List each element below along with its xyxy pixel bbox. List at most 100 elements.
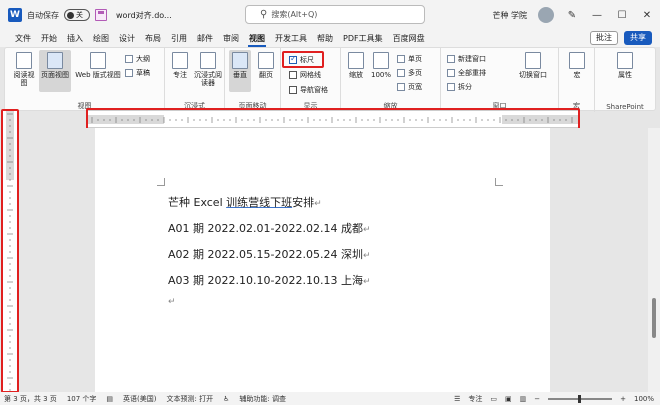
vertical-scrollbar[interactable] — [648, 128, 660, 392]
outline-icon — [125, 55, 133, 63]
print-layout-label: 页面视图 — [41, 71, 69, 79]
comment-button[interactable]: 批注 — [590, 31, 618, 45]
focus-button[interactable]: 专注 — [169, 52, 191, 79]
multiple-pages-button[interactable]: 多页 — [397, 68, 422, 78]
scrollbar-thumb[interactable] — [652, 298, 656, 338]
paragraph-mark: ↵ — [362, 251, 371, 261]
zoom-button[interactable]: 缩放 — [345, 52, 367, 79]
title-text-underlined: 训练营线下班 — [226, 196, 293, 209]
properties-button[interactable]: 属性 — [613, 52, 637, 79]
gridlines-checkbox[interactable]: 网格线 — [289, 70, 321, 80]
close-icon[interactable]: ✕ — [640, 10, 654, 21]
tab-references[interactable]: 引用 — [166, 30, 192, 47]
page-width-button[interactable]: 页宽 — [397, 82, 422, 92]
focus-mode-label[interactable]: 专注 — [468, 394, 482, 404]
read-mode-status-icon[interactable]: ▭ — [490, 395, 497, 403]
tab-review[interactable]: 审阅 — [218, 30, 244, 47]
accessibility-status[interactable]: 辅助功能: 调查 — [239, 394, 286, 404]
macros-button[interactable]: 宏 — [565, 52, 589, 79]
tab-insert[interactable]: 插入 — [62, 30, 88, 47]
toggle-knob — [67, 11, 74, 19]
new-window-button[interactable]: 新建窗口 — [447, 54, 486, 64]
focus-mode-icon[interactable]: ☰ — [454, 395, 460, 403]
outline-label: 大纲 — [136, 55, 150, 63]
immersive-reader-button[interactable]: 沉浸式阅读器 — [193, 52, 223, 87]
arrange-all-icon — [447, 69, 455, 77]
zoom-group: 缩放 100% 单页 多页 页宽 缩放 — [341, 48, 441, 112]
document-line-a02[interactable]: A02 期 2022.05.15-2022.05.24 深圳↵ — [168, 246, 371, 262]
line-text: A03 期 2022.10.10-2022.10.13 上海 — [168, 274, 363, 287]
web-layout-label: Web 版式视图 — [75, 71, 121, 79]
print-layout-status-icon[interactable]: ▣ — [505, 395, 512, 403]
print-layout-button[interactable]: 页面视图 — [39, 50, 71, 92]
word-count[interactable]: 107 个字 — [67, 394, 97, 404]
vertical-button[interactable]: 垂直 — [229, 50, 251, 92]
immersive-reader-label: 沉浸式阅读器 — [194, 71, 222, 87]
focus-icon — [172, 52, 188, 69]
tab-file[interactable]: 文件 — [10, 30, 36, 47]
maximize-icon[interactable]: ☐ — [615, 10, 629, 21]
arrange-all-label: 全部重排 — [458, 69, 486, 77]
proofing-icon[interactable]: ▤ — [106, 395, 113, 403]
switch-windows-button[interactable]: 切换窗口 — [515, 52, 551, 79]
side-to-side-button[interactable]: 翻页 — [255, 52, 277, 79]
document-title[interactable]: word对齐.do... — [116, 10, 172, 21]
zoom-percent[interactable]: 100% — [634, 395, 654, 403]
document-line-a01[interactable]: A01 期 2022.02.01-2022.02.14 成都↵ — [168, 220, 371, 236]
document-page[interactable]: 芒种 Excel 训练营线下班安排↵ A01 期 2022.02.01-2022… — [95, 128, 550, 392]
read-mode-label: 阅读视图 — [13, 71, 35, 87]
tab-mailings[interactable]: 邮件 — [192, 30, 218, 47]
macros-label: 宏 — [573, 71, 581, 79]
arrange-all-button[interactable]: 全部重排 — [447, 68, 486, 78]
properties-label: 属性 — [618, 71, 632, 79]
tab-draw[interactable]: 绘图 — [88, 30, 114, 47]
autosave-toggle[interactable]: 关 — [64, 9, 90, 21]
outline-button[interactable]: 大纲 — [125, 54, 150, 64]
document-title-line[interactable]: 芒种 Excel 训练营线下班安排↵ — [168, 194, 322, 210]
nav-pane-checkbox[interactable]: 导航窗格 — [289, 85, 328, 95]
web-layout-status-icon[interactable]: ▥ — [520, 395, 527, 403]
search-input[interactable]: ⚲ 搜索(Alt+Q) — [245, 5, 425, 24]
zoom-100-label: 100% — [370, 71, 391, 79]
tab-design[interactable]: 设计 — [114, 30, 140, 47]
tab-developer[interactable]: 开发工具 — [270, 30, 312, 47]
side-to-side-icon — [258, 52, 274, 69]
tab-home[interactable]: 开始 — [36, 30, 62, 47]
read-mode-icon — [16, 52, 32, 69]
read-mode-button[interactable]: 阅读视图 — [11, 52, 37, 87]
tab-pdf-tools[interactable]: PDF工具集 — [338, 30, 388, 47]
margin-corner-tr — [495, 178, 503, 186]
title-bar: W 自动保存 关 word对齐.do... ⚲ 搜索(Alt+Q) 芒种 学院 … — [0, 0, 660, 30]
split-icon — [447, 83, 455, 91]
accessibility-icon[interactable]: ♿ — [223, 395, 229, 403]
tab-view[interactable]: 视图 — [244, 30, 270, 47]
page-count[interactable]: 第 3 页，共 3 页 — [4, 394, 57, 404]
document-line-a03[interactable]: A03 期 2022.10.10-2022.10.13 上海↵ — [168, 272, 371, 288]
web-layout-button[interactable]: Web 版式视图 — [73, 52, 123, 79]
zoom-slider-thumb[interactable] — [578, 394, 582, 403]
zoom-slider[interactable] — [548, 394, 613, 403]
zoom-out-icon[interactable]: − — [534, 395, 540, 403]
text-prediction-status[interactable]: 文本预测: 打开 — [167, 394, 214, 404]
avatar[interactable] — [538, 7, 554, 23]
tab-help[interactable]: 帮助 — [312, 30, 338, 47]
save-icon[interactable] — [95, 9, 107, 21]
tab-layout[interactable]: 布局 — [140, 30, 166, 47]
language-status[interactable]: 英语(美国) — [123, 394, 156, 404]
page-movement-group: 垂直 翻页 页面移动 — [225, 48, 281, 112]
split-button[interactable]: 拆分 — [447, 82, 472, 92]
document-line-empty[interactable]: ↵ — [168, 294, 176, 307]
tab-baidu-netdisk[interactable]: 百度网盘 — [388, 30, 430, 47]
zoom-100-button[interactable]: 100% — [369, 52, 393, 79]
zoom-in-icon[interactable]: + — [620, 395, 626, 403]
pen-icon[interactable]: ✎ — [565, 10, 579, 21]
share-button[interactable]: 共享 — [624, 31, 652, 45]
ribbon: 阅读视图 页面视图 Web 版式视图 大纲 草稿 视图 专注 沉浸式阅读器 沉浸… — [4, 47, 656, 112]
switch-windows-icon — [525, 52, 541, 69]
draft-button[interactable]: 草稿 — [125, 68, 150, 78]
one-page-button[interactable]: 单页 — [397, 54, 422, 64]
page-width-label: 页宽 — [408, 83, 422, 91]
user-name[interactable]: 芒种 学院 — [492, 10, 527, 21]
minimize-icon[interactable]: — — [590, 10, 604, 21]
ruler-highlight-box — [282, 51, 324, 68]
